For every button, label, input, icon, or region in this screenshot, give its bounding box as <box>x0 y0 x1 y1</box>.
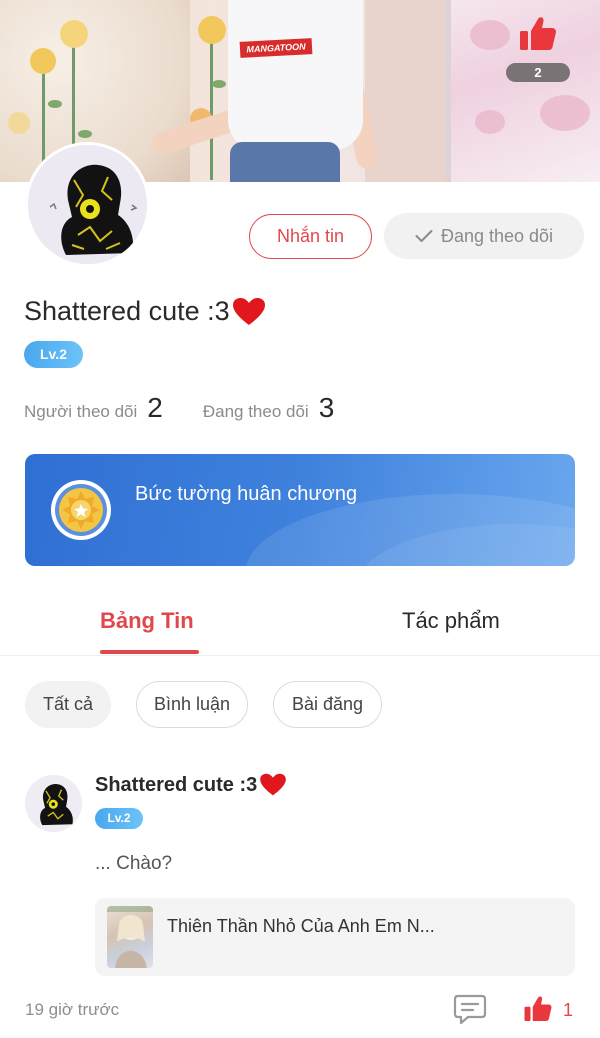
message-button[interactable]: Nhắn tin <box>249 214 372 259</box>
banner-decor-stem <box>210 30 213 180</box>
post-author-avatar[interactable] <box>25 775 82 832</box>
banner-flower <box>60 20 88 48</box>
tab-news-feed[interactable]: Bảng Tin <box>100 608 194 634</box>
post-content: ... Chào? <box>95 853 173 874</box>
linked-work-card[interactable]: Thiên Thần Nhỏ Của Anh Em N... <box>95 898 575 976</box>
profile-name: Shattered cute :3 <box>24 296 266 327</box>
profile-avatar[interactable] <box>25 142 150 267</box>
heart-icon <box>232 297 265 325</box>
followers-label[interactable]: Người theo dõi <box>24 402 137 422</box>
post-author-name[interactable]: Shattered cute :3 <box>95 773 287 797</box>
level-badge: Lv.2 <box>24 341 83 368</box>
banner-blossom <box>475 110 505 134</box>
post-like-count: 1 <box>563 1000 574 1020</box>
banner-jeans <box>230 142 340 182</box>
check-icon <box>415 230 433 242</box>
filter-posts-chip[interactable]: Bài đăng <box>273 681 382 728</box>
filter-all-chip[interactable]: Tất cả <box>25 681 111 728</box>
banner-blossom <box>540 95 590 131</box>
avatar-image <box>25 775 82 832</box>
filter-comments-chip[interactable]: Bình luận <box>136 681 248 728</box>
banner-flower <box>198 16 226 44</box>
heart-icon <box>260 773 287 796</box>
banner-blossom <box>470 20 510 50</box>
banner-leaf <box>78 130 92 138</box>
banner-leaf <box>212 80 226 88</box>
banner-like-count: 2 <box>506 63 570 82</box>
following-label[interactable]: Đang theo dõi <box>203 402 309 422</box>
post-author-name-text: Shattered cute :3 <box>95 773 258 796</box>
following-button[interactable]: Đang theo dõi <box>384 213 584 259</box>
profile-name-text: Shattered cute :3 <box>24 296 230 326</box>
book-cover-image <box>107 906 153 968</box>
tab-works[interactable]: Tác phẩm <box>402 608 500 634</box>
followers-count[interactable]: 2 <box>147 392 163 424</box>
thumbs-up-icon[interactable] <box>518 14 558 54</box>
banner-shirt <box>228 0 363 150</box>
medal-wall-card[interactable]: Bức tường huân chương <box>25 454 575 566</box>
banner-flower <box>30 48 56 74</box>
post-level-badge: Lv.2 <box>95 808 143 829</box>
post-timestamp: 19 giờ trước <box>25 1000 120 1019</box>
profile-stats: Người theo dõi 2 Đang theo dõi 3 <box>24 392 334 424</box>
active-tab-indicator <box>100 650 199 654</box>
banner-flower <box>8 112 30 134</box>
following-count[interactable]: 3 <box>319 392 335 424</box>
thumbs-up-icon[interactable] <box>523 994 553 1024</box>
avatar-image <box>28 145 147 264</box>
tabs-divider <box>0 655 600 656</box>
banner-leaf <box>48 100 62 108</box>
medal-icon <box>51 480 111 540</box>
following-button-label: Đang theo dõi <box>440 225 554 246</box>
linked-work-title: Thiên Thần Nhỏ Của Anh Em N... <box>167 916 435 936</box>
comment-icon[interactable] <box>453 993 487 1025</box>
medal-wall-title: Bức tường huân chương <box>135 483 358 505</box>
